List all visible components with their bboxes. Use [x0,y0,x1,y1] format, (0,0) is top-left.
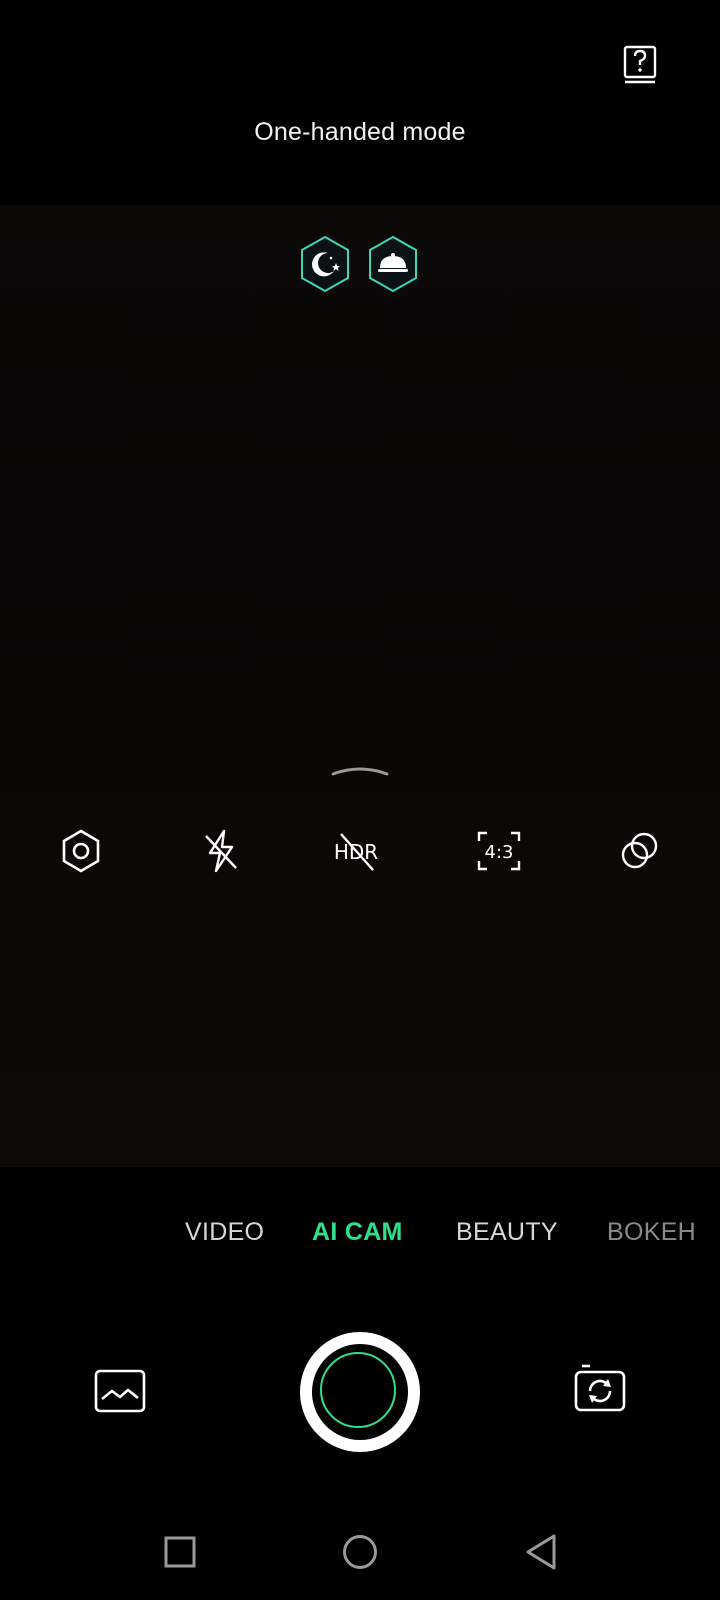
gallery-button[interactable] [94,1369,146,1413]
nav-recents-button[interactable] [164,1536,196,1568]
home-icon [343,1535,377,1569]
mode-video[interactable]: VIDEO [185,1218,264,1247]
mode-bokeh[interactable]: BOKEH [607,1218,697,1247]
filter-button[interactable] [614,826,664,876]
filter-icon [621,832,658,869]
aspect-ratio-icon: 4:3 [477,831,521,871]
gallery-icon [94,1369,146,1413]
switch-camera-icon [574,1364,626,1412]
flash-off-icon [205,829,237,873]
expand-settings-handle[interactable] [330,763,390,779]
aspect-ratio-button[interactable]: 4:3 [474,826,524,876]
settings-hexagon-icon [62,829,100,873]
food-scene-badge[interactable] [366,234,420,294]
hdr-button[interactable]: HDR [331,826,381,876]
mode-ai-cam[interactable]: AI CAM [312,1218,403,1247]
settings-button[interactable] [56,826,106,876]
page-title: One-handed mode [254,118,466,146]
nav-back-button[interactable] [524,1533,558,1571]
flash-button[interactable] [196,826,246,876]
chevron-up-icon [331,767,389,776]
top-bar [0,0,720,205]
mode-selector[interactable]: VIDEO AI CAM BEAUTY BOKEH [0,1218,720,1258]
svg-text:4:3: 4:3 [485,842,514,863]
recents-icon [164,1536,196,1568]
nav-home-button[interactable] [342,1534,378,1570]
help-button[interactable] [620,44,660,86]
back-icon [526,1534,556,1570]
help-book-icon [623,45,657,84]
mode-beauty[interactable]: BEAUTY [456,1218,558,1247]
shutter-button[interactable] [300,1332,420,1452]
night-scene-icon [301,235,349,293]
food-scene-icon [369,235,417,293]
switch-camera-button[interactable] [574,1362,626,1414]
night-scene-badge[interactable] [298,234,352,294]
camera-viewfinder[interactable] [0,205,720,1167]
hdr-off-icon: HDR [334,833,378,871]
shutter-accent-ring [320,1352,396,1428]
